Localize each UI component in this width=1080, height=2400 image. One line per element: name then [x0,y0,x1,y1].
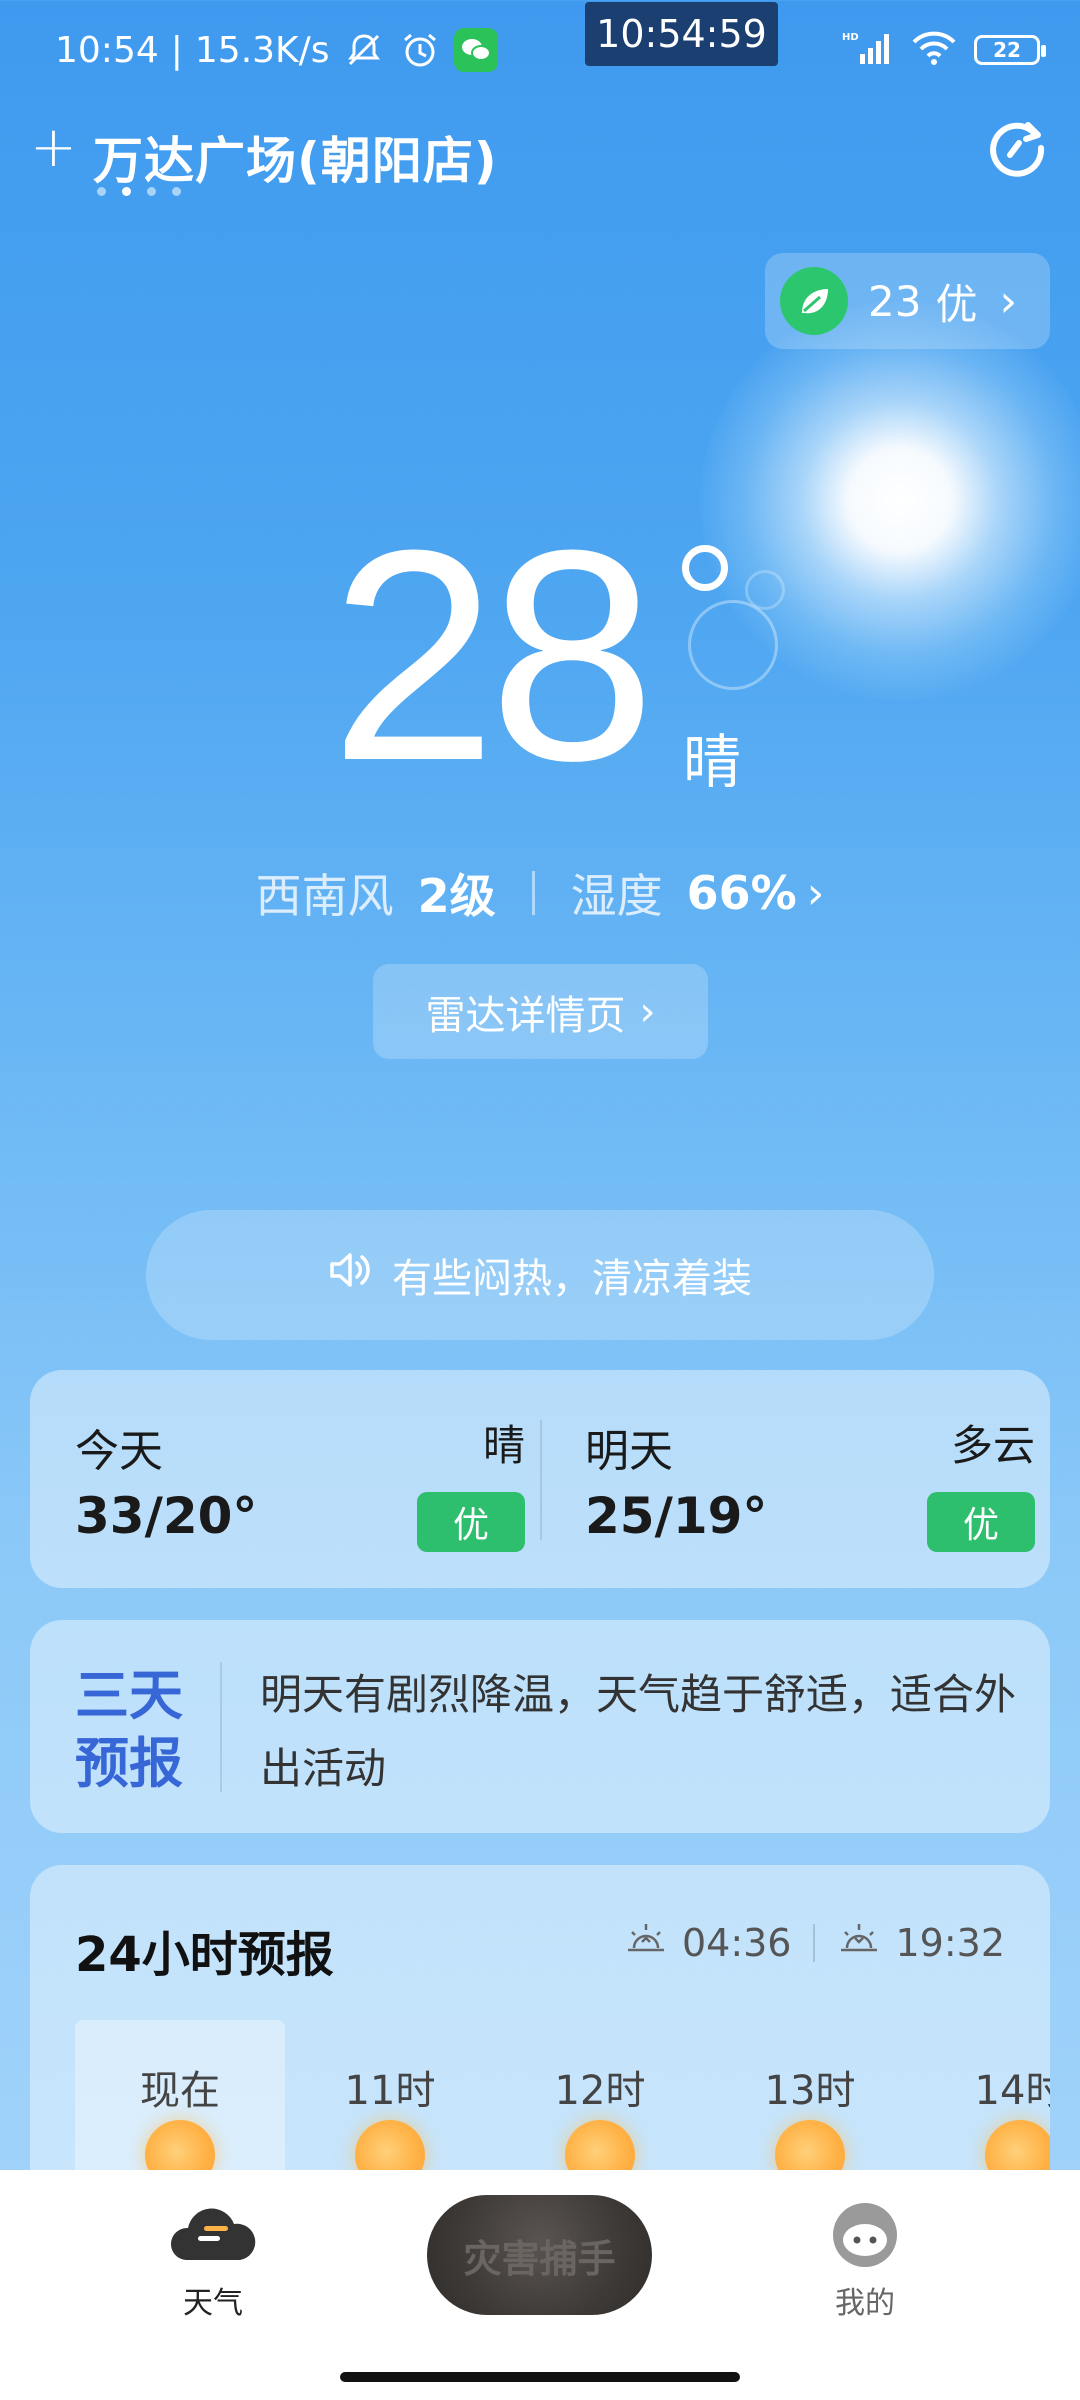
hour-label: 现在 [140,2068,220,2114]
humidity-label: 湿度 [570,869,663,923]
disaster-label: 灾害捕手 [463,2236,616,2281]
lens-flare [745,570,785,610]
chevron-right-icon: › [639,988,656,1035]
wind-humidity-row[interactable]: 西南风 2级 湿度 66% › [0,860,1080,926]
degree-symbol [682,545,728,591]
status-right: HD 22 [842,30,1046,70]
aqi-badge: 优 [927,1492,1035,1552]
day-name: 今天 [75,1426,163,1477]
three-day-text: 明天有剧烈降温，天气趋于舒适，适合外出活动 [260,1670,1017,1793]
wifi-icon [912,30,956,70]
nav-mine[interactable]: 我的 [795,2200,935,2322]
add-city-button[interactable]: + [30,120,80,176]
tip-text: 有些闷热，清凉着装 [392,1256,752,1302]
page-dot [147,187,156,196]
three-day-forecast-card[interactable]: 三天 预报 明天有剧烈降温，天气趋于舒适，适合外出活动 [30,1620,1050,1833]
robot-avatar-icon [820,2200,910,2270]
battery-indicator: 22 [974,35,1046,65]
page-indicator [97,187,181,196]
divider [540,1420,542,1540]
svg-text:HD: HD [842,32,859,43]
day-condition: 多云 [950,1421,1035,1470]
divider [220,1662,222,1792]
clock-badge: 10:54:59 [585,2,778,66]
radar-detail-button[interactable]: 雷达详情页 › [373,964,708,1059]
weather-tip[interactable]: 有些闷热，清凉着装 [146,1210,934,1340]
divider [531,871,535,915]
day-condition: 晴 [482,1421,525,1470]
tomorrow-summary[interactable]: 明天 多云 25/19° 优 [585,1370,1035,1588]
day-temperature: 33/20° [75,1487,258,1545]
chevron-right-icon: › [999,275,1018,327]
sunset-icon [837,1920,881,1965]
leaf-icon [780,267,848,335]
current-condition: 晴 [683,728,742,796]
badge-line: 预报 [75,1732,183,1795]
hour-label: 13时 [764,2068,856,2114]
wechat-icon [453,28,498,72]
sunrise-time: 04:36 [681,1920,792,1965]
status-separator: | [170,29,183,71]
aqi-level: 优 [935,279,978,329]
network-speed: 15.3K/s [194,29,330,71]
home-indicator[interactable] [340,2372,740,2382]
wind-label: 西南风 [255,869,394,923]
disaster-catcher-button[interactable]: 灾害捕手 [427,2195,652,2315]
wind-value: 2级 [417,869,496,923]
page-dot [97,187,106,196]
divider [813,1923,816,1962]
lens-flare [688,600,778,690]
alarm-icon [398,28,442,72]
humidity-value: 66% [686,866,797,920]
sunrise-icon [624,1920,668,1965]
hourly-title: 24小时预报 [75,1927,334,1983]
refresh-button[interactable] [984,115,1050,181]
current-temperature: 28 [330,487,656,823]
badge-line: 三天 [75,1664,183,1727]
status-bar: 10:54 | 15.3K/s 10:54:59 HD 22 [0,0,1080,100]
aqi-value: 23 [868,276,922,326]
sunset-time: 19:32 [895,1920,1005,1965]
air-quality-button[interactable]: 23 优 › [765,253,1050,349]
aqi-badge: 优 [417,1492,525,1552]
chevron-right-icon: › [806,867,825,919]
refresh-icon [990,122,1045,177]
page-dot [172,187,181,196]
hour-label: 11时 [344,2068,436,2114]
mute-icon [342,28,386,72]
nav-label: 天气 [183,2286,243,2321]
three-day-badge: 三天 预报 [75,1662,195,1798]
hour-label: 12时 [554,2068,646,2114]
page-dot-active [122,187,131,196]
status-time: 10:54 [55,29,159,71]
weather-cloud-icon [168,2200,258,2270]
day-name: 明天 [585,1426,673,1477]
status-left: 10:54 | 15.3K/s [55,28,498,72]
sun-times: 04:36 19:32 [624,1920,1005,1965]
day-temperature: 25/19° [585,1487,768,1545]
header: + 万达广场(朝阳店) [30,115,1050,205]
nav-weather[interactable]: 天气 [143,2200,283,2322]
daily-summary-card[interactable]: 今天 晴 33/20° 优 明天 多云 25/19° 优 [30,1370,1050,1588]
signal-icon: HD [842,30,894,70]
location-title[interactable]: 万达广场(朝阳店) [93,121,498,193]
nav-label: 我的 [835,2286,895,2321]
radar-label: 雷达详情页 [425,992,626,1039]
speaker-icon [328,1250,374,1300]
hour-label: 14时 [974,2068,1050,2114]
today-summary[interactable]: 今天 晴 33/20° 优 [75,1370,525,1588]
